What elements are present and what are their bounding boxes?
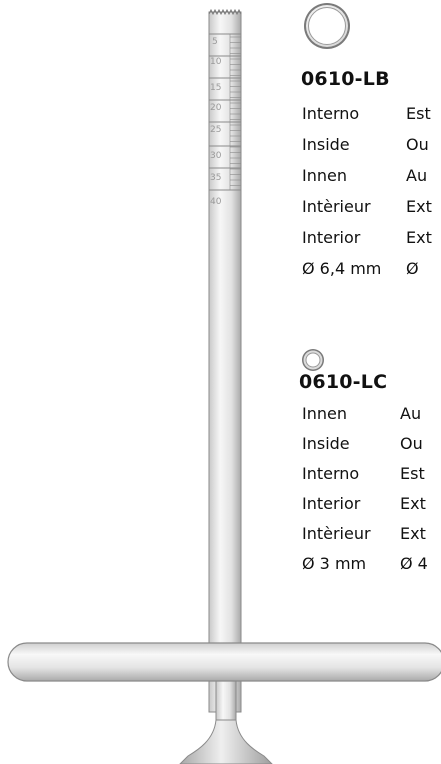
outer-label: Est (406, 104, 431, 123)
outer-label: Ext (400, 494, 426, 513)
scale-mark-25: 25 (210, 125, 221, 135)
inner-diameter: Ø 3 mm (302, 554, 367, 573)
outer-label: Ext (406, 197, 432, 216)
scale-mark-5: 5 (212, 37, 218, 47)
inner-label: Interior (302, 494, 361, 513)
t-handle-bar (7, 642, 441, 682)
scale-mark-40: 40 (210, 197, 222, 207)
scale-mark-35: 35 (210, 173, 221, 183)
inner-label: Innen (302, 404, 347, 423)
outer-label: Au (400, 404, 422, 423)
outer-diameter: Ø (406, 259, 419, 278)
inner-diameter: Ø 6,4 mm (302, 259, 382, 278)
inner-label: Intèrieur (302, 197, 371, 216)
outer-label: Ext (406, 228, 432, 247)
scale-mark-10: 10 (210, 57, 222, 67)
outer-label: Ou (406, 135, 429, 154)
outer-label: Est (400, 464, 425, 483)
ring-icon-large (304, 3, 350, 49)
outer-label: Ext (400, 524, 426, 543)
scale-mark-15: 15 (210, 83, 221, 93)
scale-mark-20: 20 (210, 103, 222, 113)
instrument-shaft (208, 8, 242, 713)
product-code-lc: 0610-LC (299, 371, 388, 393)
inner-label: Inside (302, 434, 350, 453)
outer-label: Ou (400, 434, 423, 453)
outer-diameter: Ø 4 (400, 554, 428, 573)
inner-label: Innen (302, 166, 347, 185)
inner-label: Intèrieur (302, 524, 371, 543)
inner-label: Interno (302, 104, 360, 123)
handle-base (179, 719, 273, 764)
product-code-lb: 0610-LB (301, 68, 390, 90)
ring-icon-small (302, 349, 324, 371)
inner-label: Inside (302, 135, 350, 154)
inner-label: Interior (302, 228, 361, 247)
inner-label: Interno (302, 464, 360, 483)
scale-mark-30: 30 (210, 151, 222, 161)
outer-label: Au (406, 166, 428, 185)
